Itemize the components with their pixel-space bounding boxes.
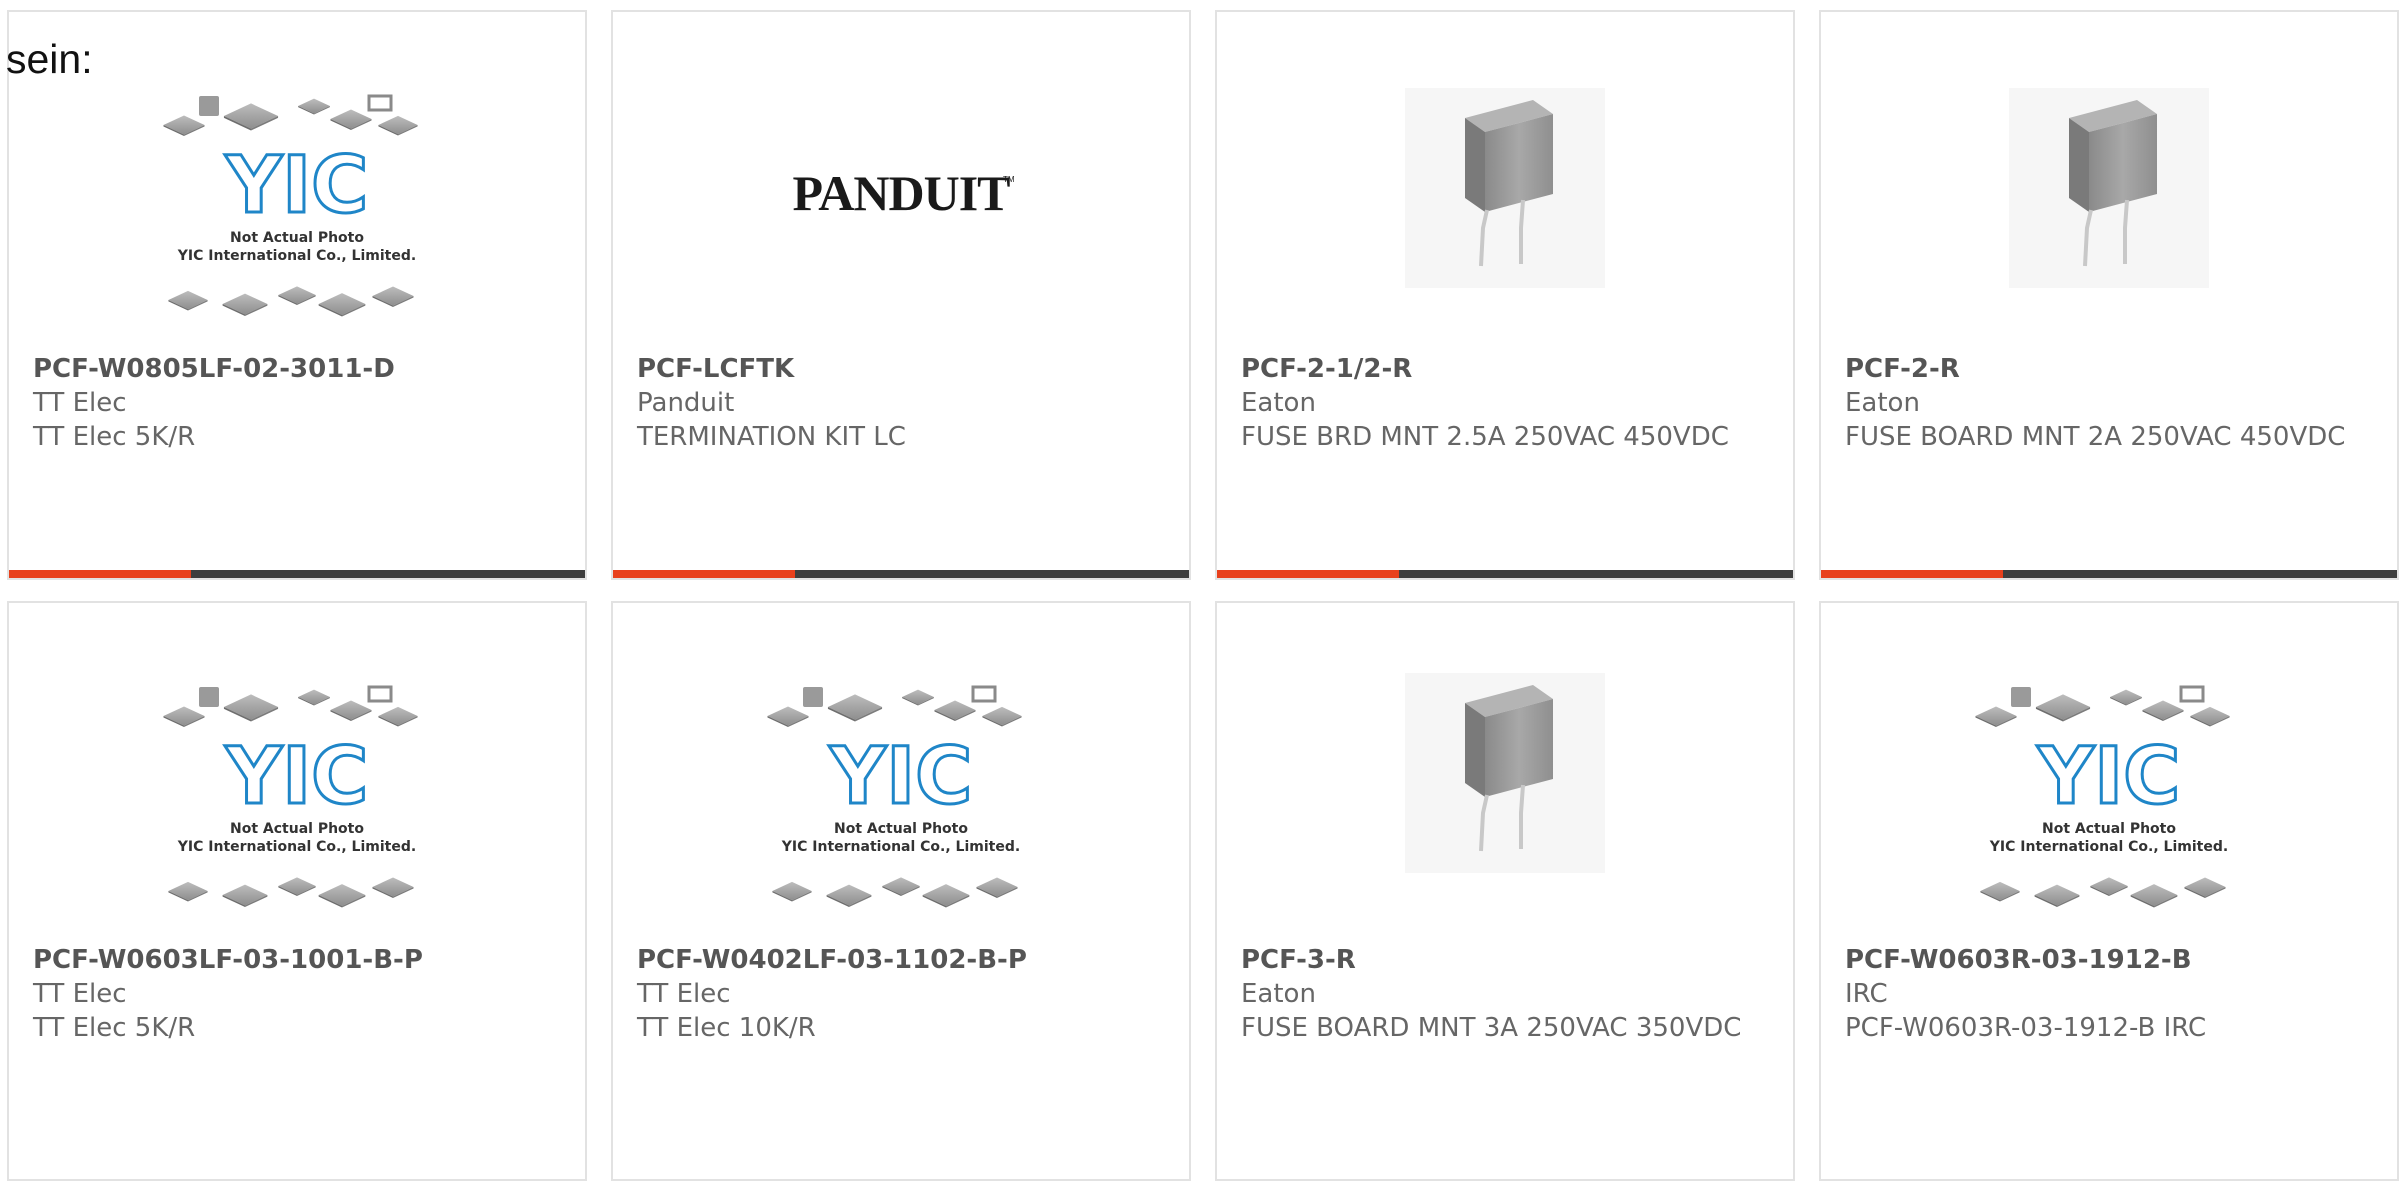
product-card[interactable]: YIC Not Actual Photo YIC International C… <box>7 10 587 580</box>
yic-placeholder-image: YIC Not Actual Photo YIC International C… <box>761 683 1041 927</box>
manufacturer: Eaton <box>1241 388 1316 418</box>
card-accent-bar <box>1821 570 2397 578</box>
part-number-link[interactable]: PCF-W0603R-03-1912-B <box>1845 943 2365 977</box>
product-card[interactable]: YIC Not Actual Photo YIC International C… <box>7 601 587 1181</box>
accent-segment <box>613 570 795 578</box>
card-accent-bar <box>9 570 585 578</box>
product-card[interactable]: PANDUIT TM PCF-LCFTK Panduit TERMINATION… <box>611 10 1191 580</box>
part-number-link[interactable]: PCF-W0805LF-02-3011-D <box>33 352 553 386</box>
accent-segment <box>1821 570 2003 578</box>
manufacturer: TT Elec <box>33 388 127 418</box>
product-info: PCF-W0805LF-02-3011-D TT Elec TT Elec 5K… <box>33 352 553 454</box>
product-info: PCF-W0603LF-03-1001-B-P TT Elec TT Elec … <box>33 943 553 1045</box>
part-number-link[interactable]: PCF-LCFTK <box>637 352 1157 386</box>
placeholder-line-2: YIC International Co., Limited. <box>177 248 416 264</box>
fuse-component-image <box>1405 673 1605 877</box>
description: FUSE BOARD MNT 3A 250VAC 350VDC <box>1241 1013 1742 1043</box>
product-info: PCF-3-R Eaton FUSE BOARD MNT 3A 250VAC 3… <box>1241 943 1761 1045</box>
yic-placeholder-image: YIC Not Actual Photo YIC International C… <box>157 683 437 927</box>
intro-text: sein: <box>6 36 93 82</box>
part-number-link[interactable]: PCF-W0603LF-03-1001-B-P <box>33 943 553 977</box>
yic-logo: YIC <box>829 732 973 822</box>
placeholder-line-2: YIC International Co., Limited. <box>177 839 416 855</box>
product-card[interactable]: YIC Not Actual Photo YIC International C… <box>1819 601 2399 1181</box>
description: FUSE BRD MNT 2.5A 250VAC 450VDC <box>1241 422 1729 452</box>
part-number-link[interactable]: PCF-2-R <box>1845 352 2365 386</box>
product-card[interactable]: PCF-3-R Eaton FUSE BOARD MNT 3A 250VAC 3… <box>1215 601 1795 1181</box>
manufacturer: Eaton <box>1241 979 1316 1009</box>
card-accent-bar <box>613 570 1189 578</box>
product-info: PCF-2-R Eaton FUSE BOARD MNT 2A 250VAC 4… <box>1845 352 2365 454</box>
manufacturer: Eaton <box>1845 388 1920 418</box>
placeholder-line-2: YIC International Co., Limited. <box>781 839 1020 855</box>
part-number-link[interactable]: PCF-3-R <box>1241 943 1761 977</box>
fuse-component-image <box>1405 88 1605 292</box>
panduit-logo: PANDUIT <box>792 165 1010 221</box>
product-grid: YIC Not Actual Photo YIC International C… <box>0 0 2400 1181</box>
part-number-link[interactable]: PCF-W0402LF-03-1102-B-P <box>637 943 1157 977</box>
accent-segment <box>1217 570 1399 578</box>
panduit-logo-image: PANDUIT TM <box>771 152 1031 236</box>
manufacturer: IRC <box>1845 979 1888 1009</box>
description: TERMINATION KIT LC <box>637 422 906 452</box>
description: FUSE BOARD MNT 2A 250VAC 450VDC <box>1845 422 2346 452</box>
placeholder-line-2: YIC International Co., Limited. <box>1989 839 2228 855</box>
yic-placeholder-image: YIC Not Actual Photo YIC International C… <box>1969 683 2249 927</box>
product-card[interactable]: PCF-2-R Eaton FUSE BOARD MNT 2A 250VAC 4… <box>1819 10 2399 580</box>
product-info: PCF-W0402LF-03-1102-B-P TT Elec TT Elec … <box>637 943 1157 1045</box>
manufacturer: TT Elec <box>637 979 731 1009</box>
placeholder-line-1: Not Actual Photo <box>230 821 364 837</box>
manufacturer: TT Elec <box>33 979 127 1009</box>
part-number-link[interactable]: PCF-2-1/2-R <box>1241 352 1761 386</box>
yic-logo: YIC <box>225 732 369 822</box>
manufacturer: Panduit <box>637 388 735 418</box>
placeholder-line-1: Not Actual Photo <box>2042 821 2176 837</box>
placeholder-line-1: Not Actual Photo <box>230 230 364 246</box>
description: PCF-W0603R-03-1912-B IRC <box>1845 1013 2207 1043</box>
card-accent-bar <box>1217 570 1793 578</box>
description: TT Elec 10K/R <box>637 1013 816 1043</box>
product-card[interactable]: YIC Not Actual Photo YIC International C… <box>611 601 1191 1181</box>
accent-segment <box>9 570 191 578</box>
svg-text:TM: TM <box>1003 175 1015 184</box>
yic-logo: YIC <box>2037 732 2181 822</box>
yic-logo: YIC <box>225 141 369 231</box>
product-card[interactable]: PCF-2-1/2-R Eaton FUSE BRD MNT 2.5A 250V… <box>1215 10 1795 580</box>
placeholder-line-1: Not Actual Photo <box>834 821 968 837</box>
description: TT Elec 5K/R <box>33 422 196 452</box>
product-info: PCF-LCFTK Panduit TERMINATION KIT LC <box>637 352 1157 454</box>
fuse-component-image <box>2009 88 2209 292</box>
yic-placeholder-image: YIC Not Actual Photo YIC International C… <box>157 92 437 336</box>
description: TT Elec 5K/R <box>33 1013 196 1043</box>
product-info: PCF-W0603R-03-1912-B IRC PCF-W0603R-03-1… <box>1845 943 2365 1045</box>
product-info: PCF-2-1/2-R Eaton FUSE BRD MNT 2.5A 250V… <box>1241 352 1761 454</box>
